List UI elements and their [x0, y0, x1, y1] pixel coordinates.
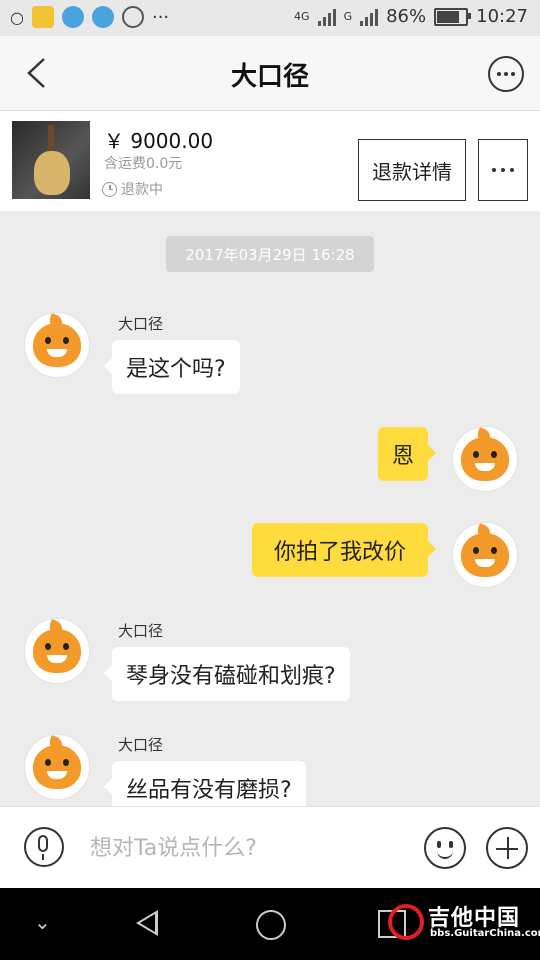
- chat-timestamp: 2017年03月29日 16:28: [166, 236, 374, 272]
- guitar-body-shape: [34, 151, 70, 195]
- app-notification-icon: [31, 6, 54, 28]
- system-indicators: 4G G 86% 10:27: [294, 6, 528, 27]
- avatar[interactable]: [24, 734, 90, 800]
- refund-details-button[interactable]: 退款详情: [358, 139, 466, 201]
- more-dot-icon: [510, 168, 514, 172]
- mascot-face-shape: [33, 745, 81, 789]
- avatar[interactable]: [24, 312, 90, 378]
- plus-icon[interactable]: [486, 827, 528, 869]
- message-input-bar: [0, 806, 540, 889]
- message-bubble-outgoing[interactable]: 你拍了我改价: [251, 523, 437, 577]
- avatar[interactable]: [24, 618, 90, 684]
- product-price: ￥ 9000.00: [104, 129, 214, 153]
- more-dot-icon: [492, 168, 496, 172]
- battery-fill: [437, 10, 460, 23]
- title-bar: 大口径: [0, 36, 540, 111]
- mascot-face-shape: [461, 533, 509, 577]
- watermark: 吉他中国 bbs.GuitarChina.com: [388, 898, 540, 950]
- sender-name: 大口径: [118, 315, 164, 333]
- more-dot-icon: [497, 72, 501, 76]
- clock-icon: [102, 181, 117, 197]
- notification-icons: ○ ···: [10, 6, 169, 28]
- network-type-label-2: G: [343, 10, 353, 23]
- battery-icon: [434, 7, 472, 26]
- chevron-down-icon[interactable]: ⌄: [34, 910, 51, 934]
- signal-icon-2: [360, 8, 379, 26]
- mascot-face-shape: [33, 323, 81, 367]
- product-more-button[interactable]: [478, 139, 528, 201]
- page-title: 大口径: [230, 62, 309, 92]
- nav-home-icon[interactable]: [256, 910, 286, 940]
- avatar[interactable]: [452, 522, 518, 588]
- guitarchina-logo-icon: [388, 904, 424, 940]
- signal-icon: [317, 8, 336, 26]
- mascot-face-shape: [461, 437, 509, 481]
- message-input[interactable]: [88, 827, 402, 869]
- play-notification-icon: [121, 6, 144, 28]
- refund-status-label: 退款中: [121, 182, 163, 198]
- more-dot-icon: [511, 72, 515, 76]
- sender-name: 大口径: [118, 622, 164, 640]
- product-thumbnail[interactable]: [12, 121, 90, 199]
- microphone-icon[interactable]: [24, 827, 64, 867]
- more-dot-icon: [504, 72, 508, 76]
- shipping-info: 含运费0.0元: [104, 156, 183, 172]
- message-bubble-incoming[interactable]: 是这个吗?: [104, 340, 240, 394]
- nav-back-icon[interactable]: [136, 910, 158, 936]
- chat-notification-icon: ○: [10, 7, 24, 27]
- mascot-face-shape: [33, 629, 81, 673]
- avatar[interactable]: [452, 426, 518, 492]
- watermark-url: bbs.GuitarChina.com: [430, 928, 540, 939]
- more-dot-icon: [501, 168, 505, 172]
- clock: 10:27: [476, 6, 528, 27]
- more-options-button[interactable]: [488, 56, 524, 92]
- status-bar: ○ ··· 4G G 86% 10:27: [0, 0, 540, 36]
- network-type-label: 4G: [294, 10, 310, 23]
- emoji-icon[interactable]: [424, 827, 466, 869]
- browser-notification-icon: [61, 6, 84, 28]
- overflow-icon: ···: [151, 6, 170, 28]
- browser-notification-icon-2: [91, 6, 114, 28]
- sender-name: 大口径: [118, 736, 164, 754]
- refund-status: 退款中: [102, 179, 163, 199]
- message-bubble-outgoing[interactable]: 恩: [377, 427, 437, 481]
- battery-percent: 86%: [386, 6, 427, 27]
- product-card: ￥ 9000.00 含运费0.0元 退款中 退款详情: [0, 111, 540, 211]
- system-navigation-bar: ⌄ 吉他中国 bbs.GuitarChina.com: [0, 888, 540, 960]
- message-bubble-incoming[interactable]: 琴身没有磕碰和划痕?: [104, 647, 350, 701]
